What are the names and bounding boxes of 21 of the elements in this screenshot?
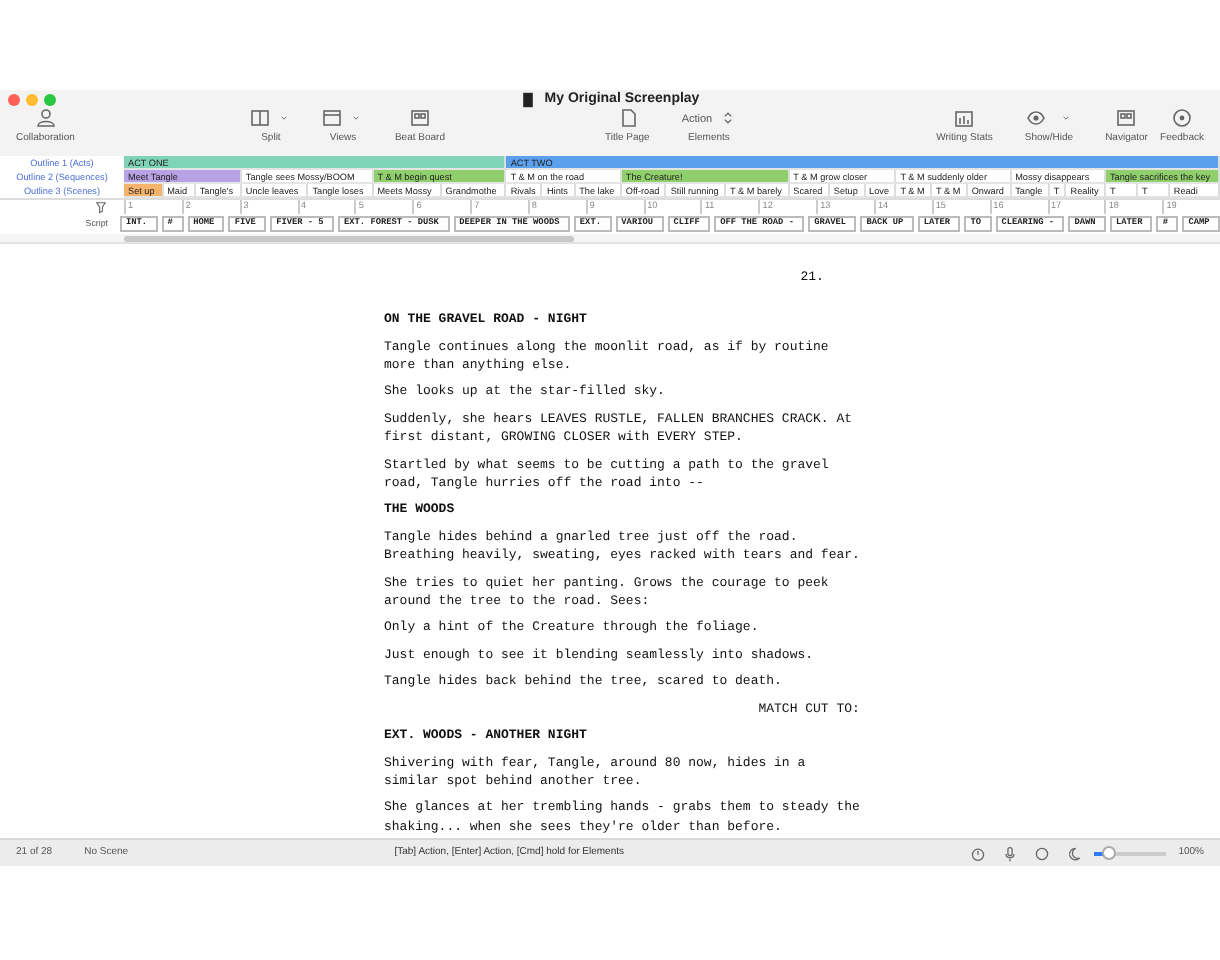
people-icon: [35, 108, 56, 128]
circle-icon: [1172, 108, 1193, 128]
circle-icon[interactable]: [1034, 845, 1051, 861]
board-icon: [409, 108, 430, 128]
filter-icon[interactable]: [94, 200, 108, 214]
split-view-icon: [250, 108, 271, 128]
caret-icon: [350, 112, 363, 124]
eye-icon: [1026, 108, 1047, 128]
moon-icon[interactable]: [1066, 845, 1083, 861]
stepper-icon: [720, 110, 737, 126]
scrollbar-thumb[interactable]: [124, 235, 574, 241]
chart-icon: [954, 108, 975, 128]
window-icon: [322, 108, 343, 128]
caret-icon: [278, 112, 291, 124]
slider-thumb[interactable]: [1101, 846, 1116, 860]
timer-icon[interactable]: [970, 845, 987, 861]
document-icon: [520, 91, 537, 107]
board-icon: [1116, 108, 1137, 128]
microphone-icon[interactable]: [1002, 845, 1019, 861]
page-icon: [617, 108, 638, 128]
caret-icon: [1059, 112, 1072, 124]
